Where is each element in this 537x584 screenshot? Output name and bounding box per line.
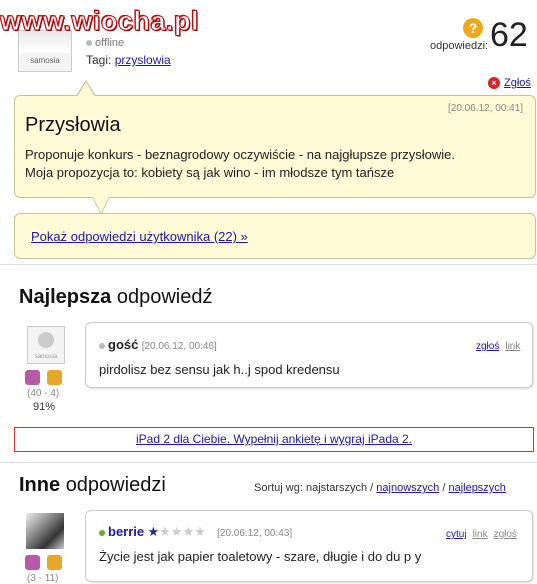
best-author-avatar[interactable]: samosia — [27, 326, 65, 364]
rating-stars: ★★★★★ — [147, 524, 206, 539]
thumbs-down-icon[interactable] — [47, 555, 62, 570]
star-empty-icon: ★ — [194, 524, 206, 539]
best-heading-rest: odpowiedź — [116, 286, 213, 308]
answers-count: 62 — [490, 16, 528, 54]
report-link[interactable]: Zgłoś — [504, 77, 531, 89]
question-mark-icon: ? — [463, 18, 483, 38]
question-body: Proponuje konkurs - beznagrodowy oczywiś… — [25, 146, 525, 182]
others-heading-rest: odpowiedzi — [65, 474, 166, 496]
best-avatar-label: samosia — [34, 354, 58, 360]
best-date: [20.06.12, 00:46] — [141, 341, 217, 352]
tags-label: Tagi: — [86, 53, 112, 67]
best-actions: zgłoś link — [470, 338, 520, 352]
divider — [0, 462, 537, 463]
other-permalink[interactable]: link — [473, 529, 488, 540]
avatar-label: samosia — [30, 56, 60, 65]
thumbs-up-icon[interactable] — [25, 370, 40, 385]
best-author[interactable]: gość — [108, 337, 138, 352]
report-question[interactable]: × Zgłoś — [488, 77, 531, 90]
show-user-answers-link[interactable]: Pokaż odpowiedzi użytkownika (22) » — [31, 229, 248, 244]
sort-label: Sortuj wg: najstarszych / — [254, 482, 374, 494]
status-dot-icon — [99, 342, 105, 349]
sort-controls: Sortuj wg: najstarszych / najnowszych / … — [254, 482, 506, 494]
other-answers-heading: Inne odpowiedzi — [19, 474, 166, 497]
best-percent: 91% — [33, 401, 56, 413]
others-heading-bold: Inne — [19, 474, 61, 496]
question-line-2: Moja propozycja to: kobiety są jak wino … — [25, 165, 395, 180]
best-answer-text: pirdolisz bez sensu jak h..j spod kreden… — [99, 362, 340, 377]
user-status: offline — [86, 37, 124, 49]
divider — [0, 264, 537, 265]
best-permalink[interactable]: link — [505, 341, 520, 352]
promo-banner: iPad 2 dla Ciebie. Wypełnij ankietę i wy… — [14, 427, 534, 452]
question-line-1: Proponuje konkurs - beznagrodowy oczywiś… — [25, 147, 455, 162]
tags-line: Tagi: przyslowia — [86, 53, 171, 67]
other-answer-meta: berrie ★★★★★ [20.06.12, 00:43] — [99, 524, 292, 540]
other-votes: (3 - 11) — [27, 573, 59, 584]
answers-label: odpowiedzi: — [430, 40, 489, 52]
status-text: offline — [95, 37, 125, 49]
best-answer-meta: gość [20.06.12, 00:46] — [99, 337, 217, 352]
other-report-link[interactable]: zgłoś — [494, 529, 517, 540]
other-author[interactable]: berrie — [108, 524, 144, 539]
thumbs-down-icon[interactable] — [47, 370, 62, 385]
online-dot-icon — [99, 529, 105, 536]
bubble-tail-down-fill — [93, 197, 109, 213]
best-heading-bold: Najlepsza — [19, 286, 112, 308]
best-answer-heading: Najlepsza odpowiedź — [19, 286, 212, 309]
sort-newest-link[interactable]: najnowszych — [376, 482, 439, 494]
watermark-logo: www.wiocha.pl — [0, 6, 200, 37]
quote-link[interactable]: cytuj — [446, 529, 467, 540]
bubble-tail-fill — [77, 82, 95, 97]
star-empty-icon: ★ — [182, 524, 195, 539]
other-actions: cytuj link zgłoś — [440, 526, 517, 540]
close-circle-icon: × — [488, 77, 500, 90]
sort-best-link[interactable]: najlepszych — [448, 482, 505, 494]
status-dot-icon — [86, 40, 92, 47]
berrie-avatar[interactable] — [26, 513, 64, 549]
best-answer-card — [85, 322, 533, 388]
other-date: [20.06.12, 00:43] — [217, 528, 293, 539]
other-answer-card — [85, 510, 533, 582]
sort-separator: / — [442, 482, 446, 494]
star-empty-icon: ★ — [170, 524, 183, 539]
tag-link[interactable]: przyslowia — [115, 53, 171, 67]
promo-link[interactable]: iPad 2 dla Ciebie. Wypełnij ankietę i wy… — [136, 432, 412, 446]
best-report-link[interactable]: zgłoś — [476, 341, 499, 352]
question-title: Przysłowia — [25, 114, 121, 136]
thumbs-up-icon[interactable] — [25, 555, 40, 570]
question-date: [20.06.12, 00:41] — [448, 103, 524, 114]
star-filled-icon: ★ — [147, 524, 160, 539]
star-empty-icon: ★ — [159, 524, 171, 539]
other-answer-text: Życie jest jak papier toaletowy - szare,… — [99, 549, 422, 564]
best-votes: (40 - 4) — [27, 388, 60, 399]
